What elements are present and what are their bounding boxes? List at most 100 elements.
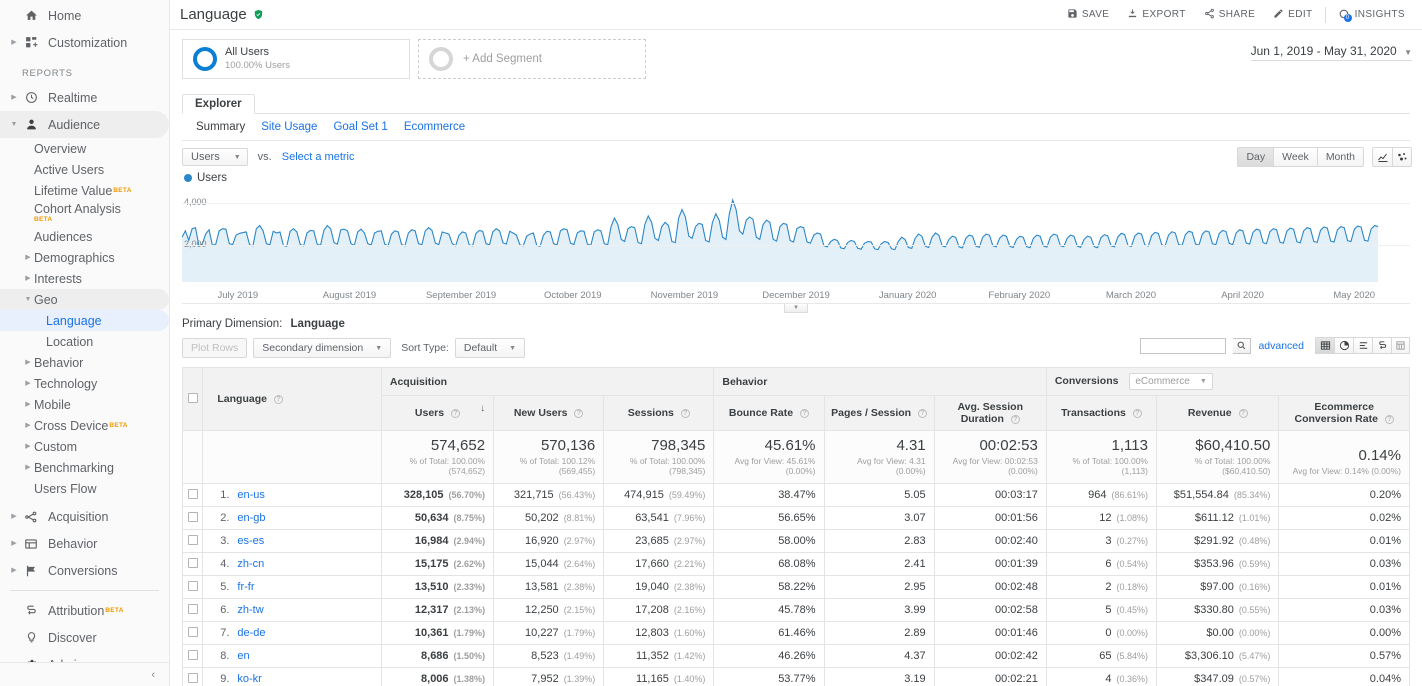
sidebar-item-home[interactable]: Home [0, 2, 169, 29]
table-row[interactable]: 7.de-de10,361(1.79%)10,227(1.79%)12,803(… [183, 622, 1410, 645]
line-chart-icon[interactable] [1372, 147, 1392, 167]
help-icon[interactable]: ? [1011, 415, 1020, 424]
sort-type-select[interactable]: Default ▼ [455, 338, 525, 358]
sidebar-item-discover[interactable]: Discover [0, 624, 169, 651]
percent-view-icon[interactable] [1334, 337, 1353, 354]
performance-view-icon[interactable] [1353, 337, 1372, 354]
sidebar-item-acquisition[interactable]: ▶ Acquisition [0, 503, 169, 530]
sidebar-item-lifetime-value[interactable]: Lifetime Value BETA [0, 180, 169, 201]
table-row[interactable]: 4.zh-cn15,175(2.62%)15,044(2.64%)17,660(… [183, 553, 1410, 576]
dimension-link[interactable]: zh-tw [237, 604, 263, 616]
row-checkbox[interactable] [188, 489, 198, 499]
chart-canvas[interactable] [182, 184, 1378, 282]
plot-rows-button[interactable]: Plot Rows [182, 338, 247, 358]
motion-chart-icon[interactable] [1392, 147, 1412, 167]
select-metric-link[interactable]: Select a metric [282, 151, 355, 163]
sidebar-item-overview[interactable]: Overview [0, 138, 169, 159]
tab-summary[interactable]: Summary [196, 121, 245, 133]
sidebar-item-customization[interactable]: ▶ Customization [0, 29, 169, 56]
row-checkbox[interactable] [188, 627, 198, 637]
dimension-link[interactable]: fr-fr [237, 581, 254, 593]
sidebar-item-geo[interactable]: ▼ Geo [0, 289, 169, 310]
sidebar-item-behavior-sub[interactable]: ▶ Behavior [0, 352, 169, 373]
row-checkbox[interactable] [188, 535, 198, 545]
help-icon[interactable]: ? [918, 409, 927, 418]
sidebar-item-active-users[interactable]: Active Users [0, 159, 169, 180]
export-button[interactable]: EXPORT [1118, 2, 1194, 28]
table-row[interactable]: 8.en8,686(1.50%)8,523(1.49%)11,352(1.42%… [183, 645, 1410, 668]
dimension-link[interactable]: de-de [237, 627, 265, 639]
help-icon[interactable]: ? [1133, 409, 1142, 418]
sidebar-item-realtime[interactable]: ▶ Audience Realtime [0, 84, 169, 111]
dimension-link[interactable]: en-gb [237, 512, 265, 524]
help-icon[interactable]: ? [451, 409, 460, 418]
primary-dimension-value[interactable]: Language [291, 318, 345, 330]
column-header-pages-session[interactable]: Pages / Session ? [824, 396, 934, 431]
tab-site-usage[interactable]: Site Usage [261, 121, 317, 133]
edit-button[interactable]: EDIT [1264, 2, 1321, 28]
column-header-sessions[interactable]: Sessions ? [604, 396, 714, 431]
add-segment-button[interactable]: + Add Segment [418, 39, 646, 79]
insights-button[interactable]: 0 INSIGHTS [1329, 2, 1414, 28]
tab-goal-set-1[interactable]: Goal Set 1 [333, 121, 387, 133]
table-row[interactable]: 6.zh-tw12,317(2.13%)12,250(2.15%)17,208(… [183, 599, 1410, 622]
granularity-month[interactable]: Month [1317, 147, 1364, 167]
help-icon[interactable]: ? [574, 409, 583, 418]
row-checkbox[interactable] [188, 604, 198, 614]
primary-metric-select[interactable]: Users ▼ [182, 148, 248, 166]
segment-all-users[interactable]: All Users 100.00% Users [182, 39, 410, 79]
sidebar-item-benchmarking[interactable]: ▶ Benchmarking [0, 457, 169, 478]
sidebar-item-audience[interactable]: ▼ Audience [0, 111, 169, 138]
table-view-icon[interactable] [1315, 337, 1334, 354]
help-icon[interactable]: ? [681, 409, 690, 418]
sidebar-item-cohort-analysis[interactable]: Cohort Analysis BETA [0, 201, 169, 226]
sidebar-item-behavior[interactable]: ▶ Behavior [0, 530, 169, 557]
dimension-column-header[interactable]: Language ? [203, 368, 381, 431]
column-header-ecommerce-conversion-rate[interactable]: Ecommerce Conversion Rate ? [1279, 396, 1410, 431]
sidebar-item-language[interactable]: Language [0, 310, 169, 331]
table-row[interactable]: 5.fr-fr13,510(2.33%)13,581(2.38%)19,040(… [183, 576, 1410, 599]
column-header-new-users[interactable]: New Users ? [494, 396, 604, 431]
sidebar-item-attribution[interactable]: Attribution BETA [0, 597, 169, 624]
column-header-transactions[interactable]: Transactions ? [1046, 396, 1156, 431]
save-button[interactable]: SAVE [1058, 2, 1119, 28]
sidebar-item-custom[interactable]: ▶ Custom [0, 436, 169, 457]
sidebar-item-users-flow[interactable]: Users Flow [0, 478, 169, 499]
sidebar-item-mobile[interactable]: ▶ Mobile [0, 394, 169, 415]
pivot-view-icon[interactable] [1391, 337, 1410, 354]
table-row[interactable]: 2.en-gb50,634(8.75%)50,202(8.81%)63,541(… [183, 507, 1410, 530]
sidebar-item-audiences[interactable]: Audiences [0, 226, 169, 247]
table-row[interactable]: 3.es-es16,984(2.94%)16,920(2.97%)23,685(… [183, 530, 1410, 553]
row-checkbox[interactable] [188, 650, 198, 660]
tab-explorer[interactable]: Explorer [182, 94, 255, 114]
sidebar-item-demographics[interactable]: ▶ Demographics [0, 247, 169, 268]
share-button[interactable]: SHARE [1195, 2, 1264, 28]
sort-descending-icon[interactable]: ↓ [480, 403, 485, 414]
sidebar-item-technology[interactable]: ▶ Technology [0, 373, 169, 394]
dimension-link[interactable]: en-us [237, 489, 265, 501]
sidebar-item-cross-device[interactable]: ▶ Cross Device BETA [0, 415, 169, 436]
select-all-checkbox[interactable] [188, 393, 198, 403]
comparison-view-icon[interactable] [1372, 337, 1391, 354]
search-input[interactable] [1141, 340, 1225, 351]
row-checkbox[interactable] [188, 558, 198, 568]
granularity-day[interactable]: Day [1237, 147, 1273, 167]
tab-ecommerce[interactable]: Ecommerce [404, 121, 465, 133]
chart-resize-handle[interactable]: ▼ [784, 304, 808, 313]
help-icon[interactable]: ? [800, 409, 809, 418]
help-icon[interactable]: ? [1239, 409, 1248, 418]
sidebar-collapse-button[interactable]: ‹ [0, 662, 169, 686]
column-header-users[interactable]: Users ? ↓ [381, 396, 493, 431]
row-checkbox[interactable] [188, 512, 198, 522]
granularity-week[interactable]: Week [1273, 147, 1317, 167]
advanced-link[interactable]: advanced [1258, 340, 1304, 352]
conversions-goal-select[interactable]: eCommerce ▼ [1129, 373, 1212, 390]
dimension-link[interactable]: zh-cn [237, 558, 264, 570]
search-box[interactable] [1140, 338, 1226, 354]
date-range-picker[interactable]: Jun 1, 2019 - May 31, 2020 ▼ [1251, 44, 1412, 61]
dimension-link[interactable]: ko-kr [237, 673, 261, 685]
search-button[interactable] [1233, 338, 1251, 354]
column-header-revenue[interactable]: Revenue ? [1156, 396, 1278, 431]
column-header-bounce-rate[interactable]: Bounce Rate ? [714, 396, 824, 431]
sidebar-item-location[interactable]: Location [0, 331, 169, 352]
